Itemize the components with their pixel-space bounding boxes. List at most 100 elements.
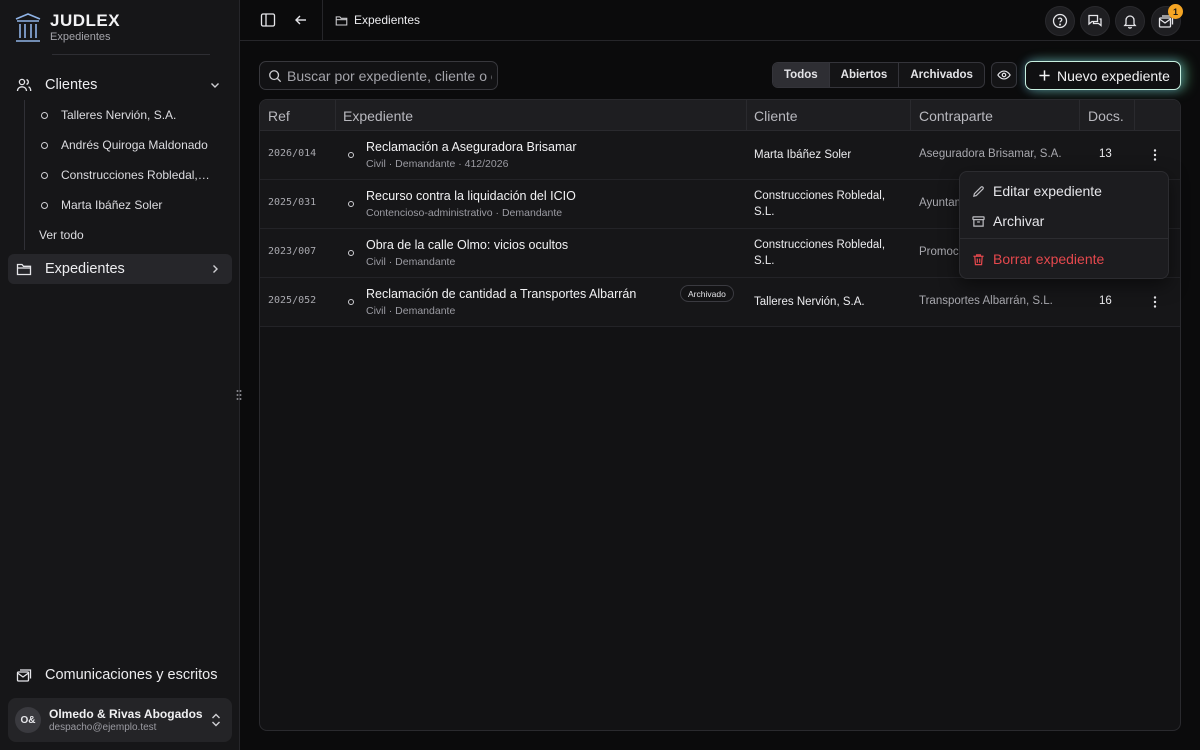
row-title: Reclamación de cantidad a Transportes Al…	[366, 287, 637, 301]
help-circle-icon	[1052, 13, 1068, 29]
more-vertical-icon	[1153, 296, 1157, 308]
notifications-button[interactable]	[1115, 6, 1145, 36]
column-header-contraparte[interactable]: Contraparte	[919, 108, 993, 124]
client-list: Talleres Nervión, S.A. Andrés Quiroga Ma…	[24, 100, 224, 250]
client-name: Andrés Quiroga Maldonado	[61, 138, 208, 152]
mail-stack-icon	[16, 669, 32, 682]
search-field[interactable]	[259, 61, 498, 90]
divider	[960, 238, 1168, 239]
folder-icon	[16, 263, 32, 276]
sidebar-client-item[interactable]: Andrés Quiroga Maldonado	[25, 130, 224, 160]
pencil-icon	[973, 185, 984, 197]
circle-icon	[41, 141, 48, 149]
row-actions-button[interactable]	[1148, 295, 1162, 309]
sidebar-item-label: Clientes	[45, 77, 98, 93]
row-client: Construcciones Robledal, S.L.	[754, 239, 886, 267]
brand-subtitle: Expedientes	[50, 31, 111, 43]
trash-icon	[973, 253, 984, 265]
back-button[interactable]	[291, 10, 311, 30]
breadcrumb-label: Expedientes	[354, 13, 421, 27]
chevron-down-icon	[211, 83, 219, 88]
sidebar-item-label: Expedientes	[45, 261, 125, 277]
status-dot-icon	[348, 152, 354, 158]
menu-item-label: Editar expediente	[993, 183, 1102, 199]
folder-icon	[335, 15, 348, 25]
see-all-link[interactable]: Ver todo	[25, 220, 224, 250]
sidebar-resize-handle[interactable]	[234, 388, 244, 402]
row-contraparte: Transportes Albarrán, S.L.	[919, 295, 1053, 307]
chat-icon	[1088, 14, 1102, 27]
sidebar-item-expedientes[interactable]: Expedientes	[8, 254, 232, 284]
row-actions-button[interactable]	[1148, 148, 1162, 162]
row-contraparte: Ayuntam	[919, 197, 965, 209]
sidebar-client-item[interactable]: Marta Ibáñez Soler	[25, 190, 224, 220]
menu-item-label: Archivar	[993, 213, 1045, 229]
column-divider	[1134, 100, 1135, 131]
arrow-left-icon	[295, 15, 306, 25]
row-title: Obra de la calle Olmo: vicios ocultos	[366, 238, 569, 252]
breadcrumb[interactable]: Expedientes	[335, 13, 420, 27]
row-meta: Civil · Demandante · 412/2026	[366, 158, 509, 170]
row-ref: 2026/014	[268, 148, 317, 159]
column-header-expediente[interactable]: Expediente	[343, 108, 413, 124]
divider	[322, 0, 323, 41]
menu-item-delete[interactable]: Borrar expediente	[972, 251, 1104, 267]
messages-button[interactable]	[1080, 6, 1110, 36]
sidebar: JUDLEX Expedientes Clientes Talleres Ner…	[0, 0, 240, 750]
help-button[interactable]	[1045, 6, 1075, 36]
client-name: Marta Ibáñez Soler	[61, 198, 163, 212]
inbox-button[interactable]: 1	[1151, 4, 1183, 36]
row-actions-menu: Editar expediente Archivar Borrar expedi…	[959, 171, 1169, 279]
columns-logo-icon	[15, 13, 41, 42]
bell-icon	[1123, 15, 1137, 29]
filter-abiertos[interactable]: Abiertos	[828, 63, 899, 87]
status-dot-icon	[348, 299, 354, 305]
users-icon	[16, 78, 32, 92]
notification-count-badge: 1	[1168, 4, 1183, 19]
more-vertical-icon	[1153, 149, 1157, 161]
search-icon	[269, 70, 282, 83]
user-email: despacho@ejemplo.test	[49, 722, 157, 733]
plus-icon	[1039, 70, 1050, 81]
user-switcher[interactable]: O& Olmedo & Rivas Abogados despacho@ejem…	[8, 698, 232, 742]
new-expediente-button[interactable]: Nuevo expediente	[1025, 61, 1181, 90]
sidebar-client-item[interactable]: Talleres Nervión, S.A.	[25, 100, 224, 130]
row-client: Talleres Nervión, S.A.	[754, 296, 865, 308]
eye-icon	[997, 70, 1011, 80]
column-header-docs[interactable]: Docs.	[1088, 108, 1124, 124]
archived-badge: Archivado	[680, 285, 734, 302]
column-header-ref[interactable]: Ref	[268, 108, 290, 124]
sidebar-item-clientes[interactable]: Clientes	[8, 70, 232, 100]
column-divider	[910, 100, 911, 131]
search-input[interactable]	[287, 67, 492, 84]
new-expediente-label: Nuevo expediente	[1057, 67, 1170, 84]
column-header-cliente[interactable]: Cliente	[754, 108, 798, 124]
row-client: Construcciones Robledal, S.L.	[754, 190, 886, 218]
row-ref: 2023/007	[268, 246, 317, 257]
menu-item-edit[interactable]: Editar expediente	[972, 183, 1102, 199]
sidebar-item-comunicaciones[interactable]: Comunicaciones y escritos	[8, 660, 232, 690]
avatar: O&	[15, 707, 41, 733]
sidebar-client-item[interactable]: Construcciones Robledal, S.L.	[25, 160, 224, 190]
table-row[interactable]: 2025/052 Reclamación de cantidad a Trans…	[260, 278, 1180, 327]
filter-todos[interactable]: Todos	[773, 63, 829, 87]
row-contraparte: Aseguradora Brisamar, S.A.	[919, 148, 1062, 160]
column-divider	[1079, 100, 1080, 131]
divider	[52, 54, 210, 55]
toggle-sidebar-button[interactable]	[258, 10, 278, 30]
table-header: Ref Expediente Cliente Contraparte Docs.	[260, 100, 1180, 131]
filter-archivados[interactable]: Archivados	[898, 63, 984, 87]
sidebar-icon	[260, 13, 276, 27]
menu-item-archive[interactable]: Archivar	[972, 213, 1044, 229]
chevron-right-icon	[213, 265, 218, 273]
row-meta: Civil · Demandante	[366, 305, 456, 317]
row-docs: 16	[1099, 295, 1112, 307]
row-meta: Civil · Demandante	[366, 256, 456, 268]
circle-icon	[41, 201, 48, 209]
brand[interactable]: JUDLEX Expedientes	[14, 11, 214, 45]
column-divider	[746, 100, 747, 131]
circle-icon	[41, 171, 48, 179]
row-ref: 2025/052	[268, 295, 317, 306]
status-dot-icon	[348, 250, 354, 256]
view-options-button[interactable]	[991, 62, 1017, 88]
